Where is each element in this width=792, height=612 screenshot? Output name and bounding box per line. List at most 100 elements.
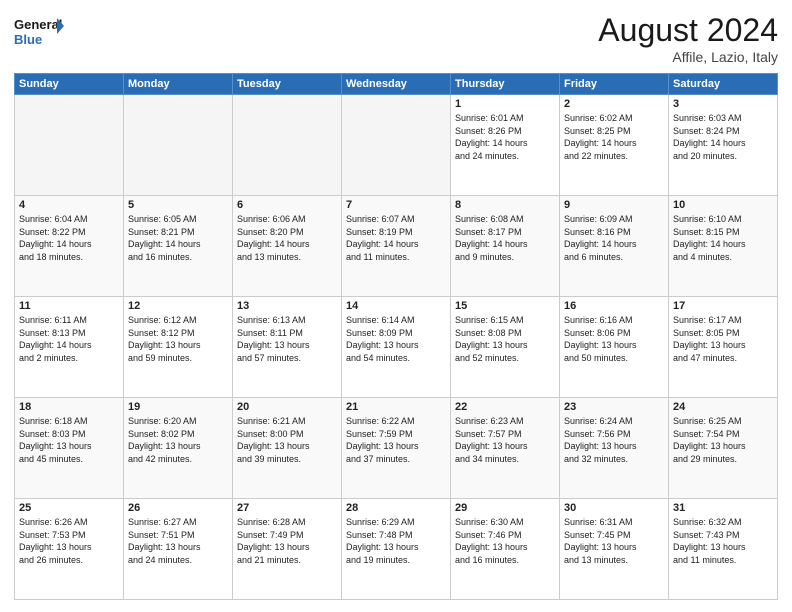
day-detail: Sunrise: 6:18 AM Sunset: 8:03 PM Dayligh… [19,415,119,465]
day-detail: Sunrise: 6:24 AM Sunset: 7:56 PM Dayligh… [564,415,664,465]
calendar-week-5: 25Sunrise: 6:26 AM Sunset: 7:53 PM Dayli… [15,499,778,600]
calendar-week-2: 4 Sunrise: 6:04 AM Sunset: 8:22 PM Daylig… [15,196,778,297]
day-detail: Sunrise: 6:12 AM Sunset: 8:12 PM Dayligh… [128,314,228,364]
day-detail: Sunrise: 6:01 AM Sunset: 8:26 PM Dayligh… [455,112,555,162]
day-detail: Sunrise: 6:05 AM Sunset: 8:21 PM Dayligh… [128,213,228,263]
page: General Blue August 2024 Affile, Lazio, … [0,0,792,612]
day-number: 29 [455,502,555,514]
weekday-header-friday: Friday [560,74,669,95]
day-detail: Sunrise: 6:25 AM Sunset: 7:54 PM Dayligh… [673,415,773,465]
calendar-cell: 20 Sunrise: 6:21 AM Sunset: 8:00 PM Dayli… [233,398,342,499]
day-detail: Sunrise: 6:26 AM Sunset: 7:53 PM Dayligh… [19,516,119,566]
svg-text:General: General [14,17,62,32]
day-detail: Sunrise: 6:29 AM Sunset: 7:48 PM Dayligh… [346,516,446,566]
calendar-cell: 26 Sunrise: 6:27 AM Sunset: 7:51 PM Dayli… [124,499,233,600]
day-detail: Sunrise: 6:06 AM Sunset: 8:20 PM Dayligh… [237,213,337,263]
day-detail: Sunrise: 6:30 AM Sunset: 7:46 PM Dayligh… [455,516,555,566]
day-detail: Sunrise: 6:17 AM Sunset: 8:05 PM Dayligh… [673,314,773,364]
calendar-cell: 5 Sunrise: 6:05 AM Sunset: 8:21 PM Daylig… [124,196,233,297]
logo-svg: General Blue [14,12,64,50]
day-number: 7 [346,199,446,211]
calendar-cell: 18Sunrise: 6:18 AM Sunset: 8:03 PM Dayli… [15,398,124,499]
day-number: 15 [455,300,555,312]
calendar-cell: 4 Sunrise: 6:04 AM Sunset: 8:22 PM Daylig… [15,196,124,297]
day-number: 14 [346,300,446,312]
day-detail: Sunrise: 6:27 AM Sunset: 7:51 PM Dayligh… [128,516,228,566]
calendar-cell: 17 Sunrise: 6:17 AM Sunset: 8:05 PM Dayli… [669,297,778,398]
day-number: 23 [564,401,664,413]
day-number: 2 [564,98,664,110]
weekday-header-saturday: Saturday [669,74,778,95]
calendar-cell: 3 Sunrise: 6:03 AM Sunset: 8:24 PM Daylig… [669,95,778,196]
weekday-header-wednesday: Wednesday [342,74,451,95]
calendar-cell: 30 Sunrise: 6:31 AM Sunset: 7:45 PM Dayli… [560,499,669,600]
calendar-cell [124,95,233,196]
day-number: 6 [237,199,337,211]
calendar-cell [15,95,124,196]
day-number: 4 [19,199,119,211]
weekday-header-thursday: Thursday [451,74,560,95]
calendar-cell: 11 Sunrise: 6:11 AM Sunset: 8:13 PM Dayli… [15,297,124,398]
day-number: 26 [128,502,228,514]
day-detail: Sunrise: 6:07 AM Sunset: 8:19 PM Dayligh… [346,213,446,263]
day-detail: Sunrise: 6:13 AM Sunset: 8:11 PM Dayligh… [237,314,337,364]
day-number: 3 [673,98,773,110]
day-detail: Sunrise: 6:32 AM Sunset: 7:43 PM Dayligh… [673,516,773,566]
day-number: 19 [128,401,228,413]
header: General Blue August 2024 Affile, Lazio, … [14,12,778,65]
day-detail: Sunrise: 6:10 AM Sunset: 8:15 PM Dayligh… [673,213,773,263]
day-number: 30 [564,502,664,514]
day-number: 27 [237,502,337,514]
day-number: 10 [673,199,773,211]
calendar-week-3: 11 Sunrise: 6:11 AM Sunset: 8:13 PM Dayli… [15,297,778,398]
calendar-cell: 29 Sunrise: 6:30 AM Sunset: 7:46 PM Dayli… [451,499,560,600]
day-number: 13 [237,300,337,312]
day-detail: Sunrise: 6:02 AM Sunset: 8:25 PM Dayligh… [564,112,664,162]
day-detail: Sunrise: 6:11 AM Sunset: 8:13 PM Dayligh… [19,314,119,364]
day-number: 22 [455,401,555,413]
calendar-header-row: SundayMondayTuesdayWednesdayThursdayFrid… [15,74,778,95]
calendar-cell: 9Sunrise: 6:09 AM Sunset: 8:16 PM Daylig… [560,196,669,297]
subtitle: Affile, Lazio, Italy [598,49,778,65]
calendar-cell: 2 Sunrise: 6:02 AM Sunset: 8:25 PM Daylig… [560,95,669,196]
day-detail: Sunrise: 6:04 AM Sunset: 8:22 PM Dayligh… [19,213,119,263]
calendar-cell: 27 Sunrise: 6:28 AM Sunset: 7:49 PM Dayli… [233,499,342,600]
main-title: August 2024 [598,12,778,49]
day-number: 28 [346,502,446,514]
day-detail: Sunrise: 6:16 AM Sunset: 8:06 PM Dayligh… [564,314,664,364]
calendar-cell: 25Sunrise: 6:26 AM Sunset: 7:53 PM Dayli… [15,499,124,600]
day-number: 12 [128,300,228,312]
calendar-cell: 12 Sunrise: 6:12 AM Sunset: 8:12 PM Dayli… [124,297,233,398]
calendar-week-4: 18Sunrise: 6:18 AM Sunset: 8:03 PM Dayli… [15,398,778,499]
calendar-cell: 10 Sunrise: 6:10 AM Sunset: 8:15 PM Dayli… [669,196,778,297]
day-detail: Sunrise: 6:14 AM Sunset: 8:09 PM Dayligh… [346,314,446,364]
calendar-cell: 16Sunrise: 6:16 AM Sunset: 8:06 PM Dayli… [560,297,669,398]
day-detail: Sunrise: 6:15 AM Sunset: 8:08 PM Dayligh… [455,314,555,364]
day-detail: Sunrise: 6:08 AM Sunset: 8:17 PM Dayligh… [455,213,555,263]
day-number: 11 [19,300,119,312]
day-detail: Sunrise: 6:20 AM Sunset: 8:02 PM Dayligh… [128,415,228,465]
calendar-cell: 7 Sunrise: 6:07 AM Sunset: 8:19 PM Daylig… [342,196,451,297]
calendar-cell: 21Sunrise: 6:22 AM Sunset: 7:59 PM Dayli… [342,398,451,499]
day-number: 20 [237,401,337,413]
calendar-cell [233,95,342,196]
day-number: 31 [673,502,773,514]
calendar-cell: 8 Sunrise: 6:08 AM Sunset: 8:17 PM Daylig… [451,196,560,297]
day-detail: Sunrise: 6:31 AM Sunset: 7:45 PM Dayligh… [564,516,664,566]
calendar-cell: 24 Sunrise: 6:25 AM Sunset: 7:54 PM Dayli… [669,398,778,499]
logo: General Blue [14,12,64,50]
day-detail: Sunrise: 6:23 AM Sunset: 7:57 PM Dayligh… [455,415,555,465]
day-detail: Sunrise: 6:03 AM Sunset: 8:24 PM Dayligh… [673,112,773,162]
day-number: 17 [673,300,773,312]
calendar-table: SundayMondayTuesdayWednesdayThursdayFrid… [14,73,778,600]
weekday-header-sunday: Sunday [15,74,124,95]
calendar-cell: 1 Sunrise: 6:01 AM Sunset: 8:26 PM Daylig… [451,95,560,196]
day-number: 24 [673,401,773,413]
calendar-cell: 6 Sunrise: 6:06 AM Sunset: 8:20 PM Daylig… [233,196,342,297]
day-detail: Sunrise: 6:28 AM Sunset: 7:49 PM Dayligh… [237,516,337,566]
day-detail: Sunrise: 6:21 AM Sunset: 8:00 PM Dayligh… [237,415,337,465]
day-number: 8 [455,199,555,211]
day-number: 1 [455,98,555,110]
calendar-week-1: 1 Sunrise: 6:01 AM Sunset: 8:26 PM Daylig… [15,95,778,196]
day-number: 5 [128,199,228,211]
